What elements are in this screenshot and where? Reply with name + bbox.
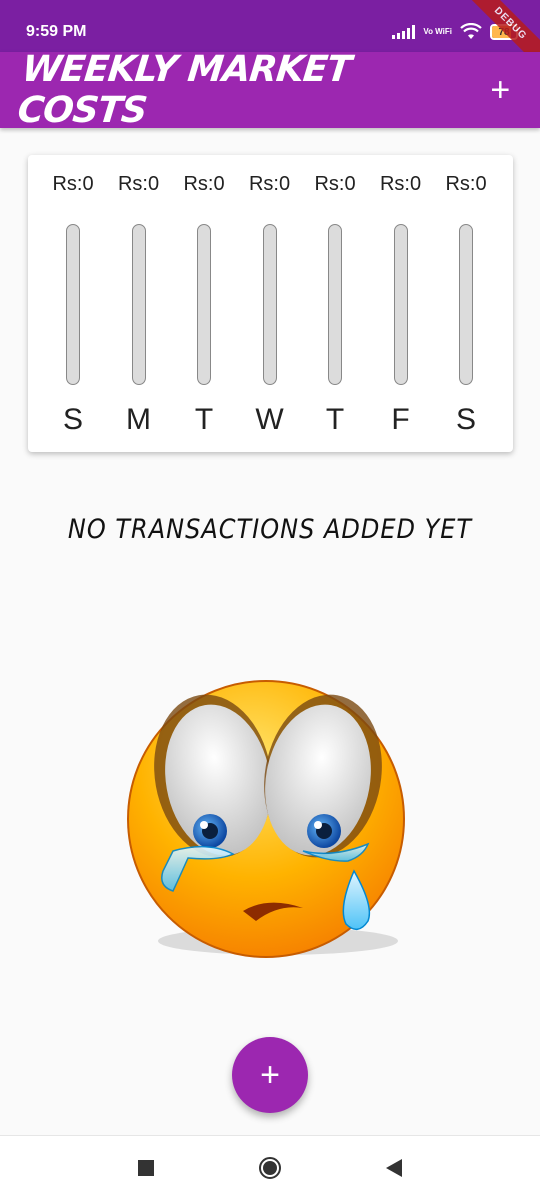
chart-bar-column: Rs:0 S	[433, 155, 499, 452]
chart-bar-amount: Rs:0	[52, 173, 94, 195]
add-transaction-fab[interactable]: +	[232, 1037, 308, 1113]
chart-day-label: M	[126, 403, 151, 436]
chart-bar-column: Rs:0 F	[368, 155, 434, 452]
chart-bar-track	[393, 224, 408, 385]
chart-bar-column: Rs:0 T	[171, 155, 237, 452]
system-nav-bar	[0, 1135, 540, 1200]
app-bar: Weekly Market Costs +	[0, 49, 540, 131]
chart-bar-amount: Rs:0	[379, 173, 422, 195]
chart-bar-track	[66, 224, 80, 385]
status-bar: 9:59 PM Vo WiFi 78 DEBUG	[0, 0, 540, 74]
recents-button[interactable]	[129, 1151, 163, 1185]
chart-bar-amount: Rs:0	[445, 173, 487, 195]
chart-day-label: S	[455, 403, 476, 436]
chart-day-label: T	[325, 403, 345, 436]
chart-bar-column: Rs:0 M	[106, 155, 172, 452]
wifi-icon	[460, 23, 482, 39]
empty-state-message: No transactions added yet	[67, 513, 473, 545]
chart-day-label: T	[194, 403, 214, 436]
chart-bar-track	[459, 224, 473, 385]
triangle-back-icon	[386, 1159, 402, 1177]
chart-bar-track	[262, 224, 277, 385]
square-icon	[138, 1160, 154, 1176]
chart-day-label: W	[255, 403, 284, 436]
add-transaction-button[interactable]: +	[481, 73, 520, 107]
crying-emoji-icon	[127, 680, 405, 958]
vowifi-label: Vo WiFi	[423, 27, 452, 36]
chart-day-label: F	[391, 403, 410, 436]
chart-bar-column: Rs:0 S	[40, 155, 106, 452]
signal-icon	[392, 25, 416, 39]
weekly-chart-card: Rs:0 S Rs:0 M Rs:0 T Rs:0 W Rs:0 T Rs:0 F Rs:0 S	[28, 155, 513, 452]
chart-bar-track	[131, 224, 146, 385]
app-title: Weekly Market Costs	[15, 49, 353, 131]
back-button[interactable]	[377, 1151, 411, 1185]
status-time: 9:59 PM	[26, 23, 87, 40]
circle-icon	[259, 1157, 281, 1179]
chart-bar-amount: Rs:0	[117, 173, 160, 195]
chart-bar-amount: Rs:0	[314, 173, 356, 195]
chart-day-label: S	[62, 403, 83, 436]
chart-bar-amount: Rs:0	[183, 173, 225, 195]
home-button[interactable]	[253, 1151, 287, 1185]
chart-bar-track	[197, 224, 211, 385]
chart-bar-column: Rs:0 W	[237, 155, 303, 452]
chart-bar-amount: Rs:0	[248, 173, 291, 195]
chart-bar-column: Rs:0 T	[302, 155, 368, 452]
chart-bar-track	[328, 224, 342, 385]
